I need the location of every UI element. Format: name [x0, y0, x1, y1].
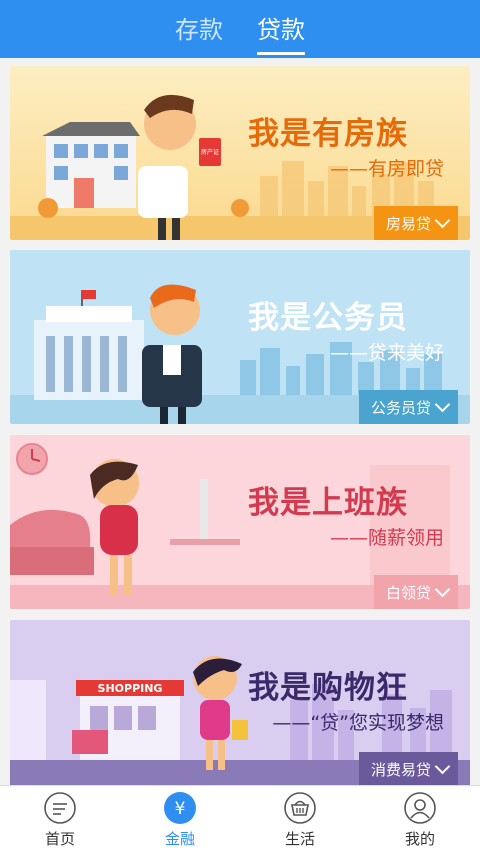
chevron-down-icon [434, 758, 451, 775]
nav-label: 我的 [404, 829, 435, 848]
button-label: 房易贷 [385, 214, 431, 233]
chevron-down-icon [434, 581, 451, 598]
nav-label: 首页 [44, 829, 75, 848]
yen-icon: ¥ [164, 791, 196, 824]
loan-card-shopper[interactable]: SHOPPING 我是购物狂 ——“贷”您实现梦想 消费易贷 [10, 620, 470, 794]
nav-label: 金融 [164, 829, 195, 848]
top-tab-bar: 存款 贷款 [0, 0, 480, 58]
card-subtitle: ——随薪领用 [329, 527, 444, 549]
loan-card-office-worker[interactable]: 我是上班族 ——随薪领用 白领贷 [10, 435, 470, 609]
card-title: 我是有房族 [248, 116, 408, 152]
tab-loan[interactable]: 贷款 [257, 10, 305, 55]
button-label: 白领贷 [385, 583, 431, 602]
basket-icon [284, 791, 316, 824]
svg-text:SHOPPING: SHOPPING [98, 682, 163, 695]
house-loan-button[interactable]: 房易贷 [373, 206, 458, 240]
white-collar-loan-button[interactable]: 白领贷 [373, 575, 458, 609]
nav-label: 生活 [284, 829, 315, 848]
svg-text:房产证: 房产证 [201, 148, 219, 156]
card-title: 我是公务员 [248, 300, 408, 336]
chevron-down-icon [434, 396, 451, 413]
user-icon [404, 791, 436, 824]
nav-item-home[interactable]: 首页 [0, 786, 120, 853]
bottom-nav: 首页 ¥ 金融 生活 我的 [0, 785, 480, 853]
loan-card-civil-servant[interactable]: 我是公务员 ——贷来美好 公务员贷 [10, 250, 470, 424]
loan-card-property[interactable]: 房产证 我是有房族 ——有房即贷 房易贷 [10, 66, 470, 240]
card-subtitle: ——“贷”您实现梦想 [272, 712, 444, 734]
consumer-loan-button[interactable]: 消费易贷 [358, 752, 458, 786]
svg-text:¥: ¥ [175, 799, 186, 819]
card-title: 我是上班族 [248, 485, 408, 521]
chevron-down-icon [434, 212, 451, 229]
card-title: 我是购物狂 [248, 670, 408, 706]
card-subtitle: ——有房即贷 [329, 158, 444, 180]
home-icon [44, 791, 76, 824]
button-label: 消费易贷 [370, 760, 431, 779]
civil-servant-loan-button[interactable]: 公务员贷 [358, 390, 458, 424]
nav-item-mine[interactable]: 我的 [360, 786, 480, 853]
tab-deposit[interactable]: 存款 [175, 10, 223, 49]
card-subtitle: ——贷来美好 [329, 342, 444, 364]
nav-item-finance[interactable]: ¥ 金融 [120, 786, 240, 853]
button-label: 公务员贷 [370, 398, 431, 417]
nav-item-life[interactable]: 生活 [240, 786, 360, 853]
